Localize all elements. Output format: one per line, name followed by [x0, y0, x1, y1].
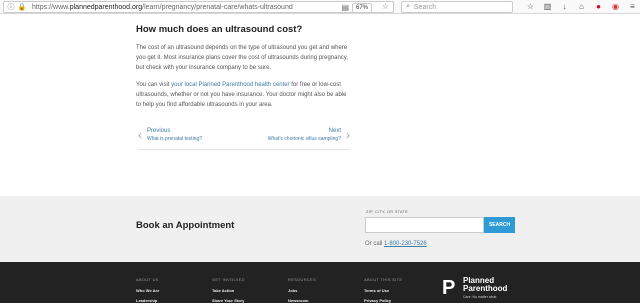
- browser-toolbar: ⓘ 🔒 https://www.plannedparenthood.org/le…: [0, 0, 640, 14]
- footer-col-about-site: ABOUT THIS SITE Terms of Use Privacy Pol…: [364, 277, 402, 306]
- call-text: Or call 1-800-230-7526: [365, 241, 427, 247]
- pp-logo-icon: P: [442, 277, 456, 299]
- download-icon[interactable]: ↓: [556, 1, 573, 13]
- logo-text: Planned Parenthood: [463, 276, 508, 293]
- section-heading: How much does an ultrasound cost?: [136, 24, 303, 35]
- footer-col-resources: RESOURCES Jobs Newsroom: [288, 277, 316, 306]
- footer-link[interactable]: Privacy Policy: [364, 296, 402, 306]
- bookmark-star-icon[interactable]: ☆: [382, 2, 389, 11]
- browser-search-input[interactable]: ⌕ Search: [401, 1, 513, 13]
- previous-link[interactable]: ‹ Previous What is prenatal testing?: [138, 127, 202, 143]
- reader-view-icon[interactable]: ▤: [341, 3, 349, 12]
- address-bar[interactable]: ⓘ 🔒 https://www.plannedparenthood.org/le…: [3, 1, 394, 13]
- footer-link[interactable]: Share Your Story: [212, 296, 245, 306]
- planned-parenthood-logo[interactable]: P Planned Parenthood Care. No matter what…: [442, 275, 537, 301]
- pinterest-icon[interactable]: ●: [590, 1, 607, 13]
- zip-input[interactable]: [365, 217, 484, 233]
- next-link[interactable]: › Next What's chorionic villus sampling?: [268, 127, 350, 143]
- footer-link[interactable]: Jobs: [288, 286, 316, 296]
- footer-col-get-involved: GET INVOLVED Take Action Share Your Stor…: [212, 277, 245, 306]
- footer-link[interactable]: Newsroom: [288, 296, 316, 306]
- search-button[interactable]: SEARCH: [484, 217, 515, 233]
- cost-paragraph: The cost of an ultrasound depends on the…: [136, 45, 349, 71]
- bookmark-icon[interactable]: ☆: [522, 1, 539, 13]
- info-icon[interactable]: ⓘ: [7, 3, 15, 11]
- footer-link[interactable]: Leadership: [136, 296, 159, 306]
- footer-link[interactable]: Terms of Use: [364, 286, 402, 296]
- footer-link[interactable]: Take Action: [212, 286, 245, 296]
- health-center-link[interactable]: your local Planned Parenthood health cen…: [171, 82, 289, 88]
- toolbar-icons: ☆ ▥ ↓ ⌂ ● ◉ ≡: [522, 1, 640, 13]
- footer: ABOUT US Who We Are Leadership GET INVOL…: [0, 262, 640, 303]
- phone-link[interactable]: 1-800-230-7526: [384, 241, 427, 247]
- menu-icon[interactable]: ≡: [624, 1, 640, 13]
- lock-icon[interactable]: 🔒: [18, 3, 27, 11]
- visit-paragraph: You can visit your local Planned Parenth…: [136, 82, 347, 108]
- chevron-left-icon: ‹: [138, 128, 142, 142]
- footer-link[interactable]: Who We Are: [136, 286, 159, 296]
- search-placeholder: Search: [413, 3, 437, 11]
- zoom-indicator[interactable]: 67%: [351, 3, 372, 13]
- url-text[interactable]: https://www.plannedparenthood.org/learn/…: [32, 4, 293, 11]
- search-icon: ⌕: [406, 3, 410, 10]
- article-pager: ‹ Previous What is prenatal testing? › N…: [138, 127, 350, 150]
- logo-tagline: Care. No matter what.: [463, 295, 498, 299]
- library-icon[interactable]: ▥: [539, 1, 556, 13]
- footer-col-about: ABOUT US Who We Are Leadership: [136, 277, 159, 306]
- book-appointment-section: Book an Appointment ZIP, CITY, OR STATE …: [0, 196, 640, 262]
- book-appointment-title: Book an Appointment: [136, 220, 235, 231]
- chevron-right-icon: ›: [346, 128, 350, 142]
- record-icon[interactable]: ◉: [607, 1, 624, 13]
- home-icon[interactable]: ⌂: [573, 1, 590, 13]
- zip-label: ZIP, CITY, OR STATE: [366, 209, 408, 214]
- article: How much does an ultrasound cost? The co…: [136, 24, 354, 108]
